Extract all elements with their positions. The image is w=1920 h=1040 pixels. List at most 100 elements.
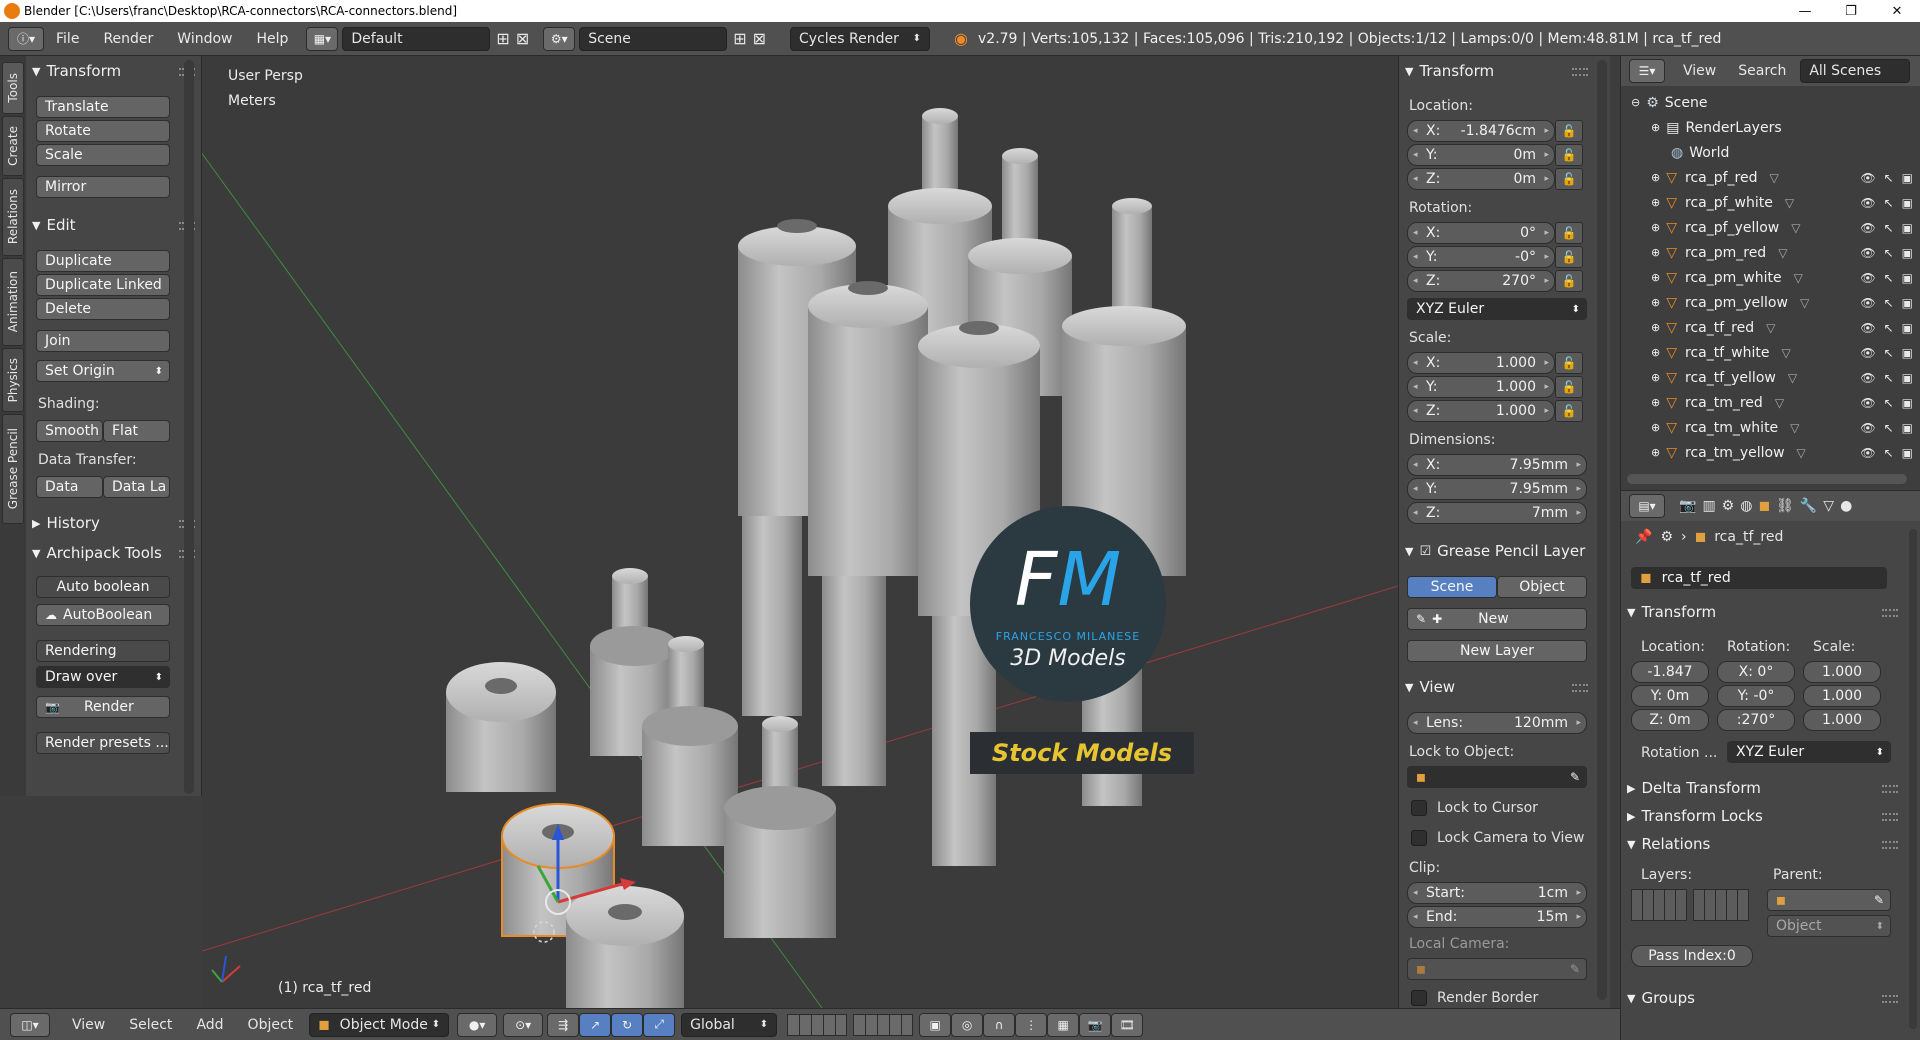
render-camera-icon[interactable]: ▣ bbox=[1902, 346, 1913, 360]
outliner-row-object[interactable]: ⊕ ▽ rca_pf_red ▽ 👁 ↖ ▣ bbox=[1621, 165, 1920, 190]
outliner-view-menu[interactable]: View bbox=[1683, 63, 1716, 79]
opengl-render-icon[interactable]: 📷 bbox=[1079, 1012, 1112, 1037]
rotation-z-field[interactable]: Z:270° bbox=[1407, 270, 1555, 292]
object-tab-icon[interactable]: ◼ bbox=[1758, 498, 1770, 514]
layers-tab-icon[interactable]: ▥ bbox=[1702, 498, 1715, 514]
render-camera-icon[interactable]: ▣ bbox=[1902, 396, 1913, 410]
menu-file[interactable]: File bbox=[44, 31, 91, 47]
cursor-select-icon[interactable]: ↖ bbox=[1884, 396, 1894, 410]
scale-button[interactable]: Scale bbox=[36, 144, 170, 166]
dimension-z-field[interactable]: Z:7mm bbox=[1407, 502, 1587, 524]
render-camera-icon[interactable]: ▣ bbox=[1902, 196, 1913, 210]
props-loc-y[interactable]: Y: 0m bbox=[1631, 685, 1709, 707]
draw-over-select[interactable]: Draw over ⬍ bbox=[36, 666, 170, 688]
panel-grip-icon[interactable] bbox=[1882, 813, 1898, 821]
mesh-data-icon[interactable]: ▽ bbox=[1790, 421, 1799, 435]
render-camera-icon[interactable]: ▣ bbox=[1902, 221, 1913, 235]
render-camera-icon[interactable]: ▣ bbox=[1902, 296, 1913, 310]
render-button[interactable]: 📷 Render bbox=[36, 696, 170, 718]
clip-end-field[interactable]: End:15m bbox=[1407, 906, 1587, 928]
layer-grid-right[interactable] bbox=[1693, 889, 1749, 921]
outliner-row-object[interactable]: ⊕ ▽ rca_tm_white ▽ 👁 ↖ ▣ bbox=[1621, 415, 1920, 440]
render-camera-icon[interactable]: ▣ bbox=[1902, 446, 1913, 460]
snap-toggle-icon[interactable]: ∩ bbox=[983, 1012, 1016, 1037]
expand-icon[interactable]: ⊕ bbox=[1651, 321, 1660, 334]
scale-x-field[interactable]: X:1.000 bbox=[1407, 352, 1555, 374]
menu-render[interactable]: Render bbox=[91, 31, 165, 47]
rotate-manipulator-icon[interactable]: ↻ bbox=[611, 1012, 644, 1037]
cursor-select-icon[interactable]: ↖ bbox=[1884, 196, 1894, 210]
material-tab-icon[interactable]: ● bbox=[1840, 498, 1852, 514]
lens-field[interactable]: Lens:120mm bbox=[1407, 712, 1587, 734]
lock-location-z-icon[interactable]: 🔓 bbox=[1555, 168, 1583, 190]
rotate-button[interactable]: Rotate bbox=[36, 120, 170, 142]
rotation-y-field[interactable]: Y:-0° bbox=[1407, 246, 1555, 268]
panel-history-header[interactable]: ▶ History bbox=[32, 512, 100, 534]
lock-rotation-z-icon[interactable]: 🔓 bbox=[1555, 270, 1583, 292]
outliner-row-object[interactable]: ⊕ ▽ rca_pm_red ▽ 👁 ↖ ▣ bbox=[1621, 240, 1920, 265]
shade-smooth-button[interactable]: Smooth bbox=[36, 420, 103, 442]
outliner-row-object[interactable]: ⊕ ▽ rca_tf_red ▽ 👁 ↖ ▣ bbox=[1621, 315, 1920, 340]
menu-window[interactable]: Window bbox=[165, 31, 244, 47]
scene-tab-icon[interactable]: ⚙ bbox=[1722, 498, 1735, 514]
render-camera-icon[interactable]: ▣ bbox=[1902, 371, 1913, 385]
lock-rotation-y-icon[interactable]: 🔓 bbox=[1555, 246, 1583, 268]
join-button[interactable]: Join bbox=[36, 330, 170, 352]
viewport-shading-icon[interactable]: ●▾ bbox=[457, 1012, 498, 1037]
lock-location-y-icon[interactable]: 🔓 bbox=[1555, 144, 1583, 166]
expand-icon[interactable]: ⊕ bbox=[1651, 221, 1660, 234]
mirror-button[interactable]: Mirror bbox=[36, 176, 170, 198]
panel-archipack-header[interactable]: ▼ Archipack Tools bbox=[32, 542, 162, 564]
mesh-data-icon[interactable]: ▽ bbox=[1785, 196, 1794, 210]
lock-to-cursor-checkbox[interactable] bbox=[1411, 800, 1427, 816]
gp-new-button[interactable]: ✎ ✚ New bbox=[1407, 608, 1587, 630]
mesh-data-icon[interactable]: ▽ bbox=[1778, 246, 1787, 260]
eye-icon[interactable]: 👁 bbox=[1860, 271, 1875, 285]
lock-rotation-x-icon[interactable]: 🔓 bbox=[1555, 222, 1583, 244]
3d-viewport[interactable]: User Persp Meters (1) rca_tf_red FM FRAN… bbox=[202, 56, 1398, 1008]
outliner-row-object[interactable]: ⊕ ▽ rca_tf_yellow ▽ 👁 ↖ ▣ bbox=[1621, 365, 1920, 390]
props-loc-z[interactable]: Z: 0m bbox=[1631, 709, 1709, 731]
panel-relations-header[interactable]: ▼ Relations bbox=[1627, 833, 1710, 855]
pass-index-field[interactable]: Pass Index:0 bbox=[1631, 945, 1753, 967]
cursor-select-icon[interactable]: ↖ bbox=[1884, 221, 1894, 235]
translate-manipulator-icon[interactable]: ↗ bbox=[579, 1012, 612, 1037]
cursor-select-icon[interactable]: ↖ bbox=[1884, 371, 1894, 385]
editor-type-info-icon[interactable]: ⓘ▾ bbox=[8, 26, 44, 51]
duplicate-button[interactable]: Duplicate bbox=[36, 250, 170, 272]
autoboolean-button[interactable]: ☁ AutoBoolean bbox=[36, 604, 170, 626]
screen-layout-icon[interactable]: ▦▾ bbox=[306, 26, 339, 51]
outliner-filter-select[interactable]: All Scenes bbox=[1800, 59, 1911, 83]
eye-icon[interactable]: 👁 bbox=[1860, 446, 1875, 460]
mesh-data-icon[interactable]: ▽ bbox=[1797, 446, 1806, 460]
lock-layers-icon[interactable]: ▣ bbox=[919, 1012, 952, 1037]
outliner-row-object[interactable]: ⊕ ▽ rca_pm_yellow ▽ 👁 ↖ ▣ bbox=[1621, 290, 1920, 315]
mesh-data-icon[interactable]: ▽ bbox=[1800, 296, 1809, 310]
props-scale-x[interactable]: 1.000 bbox=[1803, 661, 1881, 683]
menu-view[interactable]: View bbox=[60, 1017, 117, 1033]
render-tab-icon[interactable]: 📷 bbox=[1679, 498, 1696, 514]
panel-view-header[interactable]: ▼ View bbox=[1405, 676, 1455, 698]
constraints-tab-icon[interactable]: ⛓ bbox=[1776, 498, 1794, 514]
eye-icon[interactable]: 👁 bbox=[1860, 321, 1875, 335]
properties-scrollbar[interactable] bbox=[1909, 529, 1917, 1029]
expand-icon[interactable]: ⊕ bbox=[1651, 196, 1660, 209]
menu-select[interactable]: Select bbox=[117, 1017, 184, 1033]
toolshelf-scrollbar[interactable] bbox=[184, 60, 194, 794]
panel-grip-icon[interactable] bbox=[1882, 995, 1898, 1003]
menu-object[interactable]: Object bbox=[236, 1017, 306, 1033]
screen-layout-field[interactable]: Default bbox=[342, 26, 491, 51]
panel-edit-header[interactable]: ▼ Edit bbox=[32, 214, 76, 236]
checkbox-checked-icon[interactable]: ☑ bbox=[1419, 544, 1431, 559]
tab-grease-pencil[interactable]: Grease Pencil bbox=[2, 414, 24, 524]
outliner-row-object[interactable]: ⊕ ▽ rca_pf_white ▽ 👁 ↖ ▣ bbox=[1621, 190, 1920, 215]
rotation-x-field[interactable]: X:0° bbox=[1407, 222, 1555, 244]
panel-transform-header[interactable]: ▼ Transform bbox=[1627, 601, 1716, 623]
menu-help[interactable]: Help bbox=[244, 31, 300, 47]
modifiers-tab-icon[interactable]: 🔧 bbox=[1800, 498, 1817, 514]
props-rot-z[interactable]: :270° bbox=[1717, 709, 1795, 731]
tab-relations[interactable]: Relations bbox=[2, 178, 24, 256]
connector-small-1[interactable] bbox=[446, 662, 556, 792]
expand-icon[interactable]: ⊕ bbox=[1651, 121, 1660, 134]
render-camera-icon[interactable]: ▣ bbox=[1902, 271, 1913, 285]
